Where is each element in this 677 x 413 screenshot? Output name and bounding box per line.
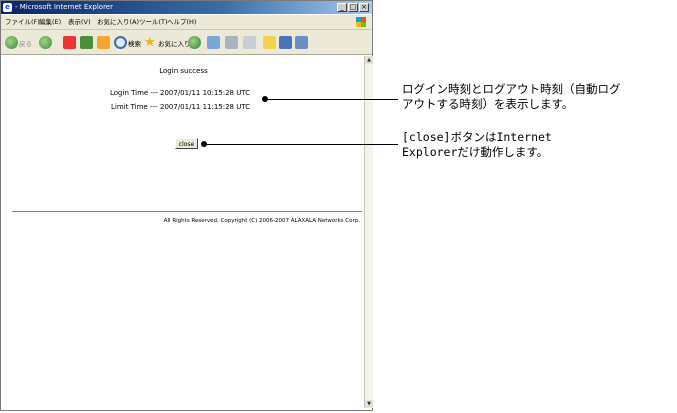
close-callout-line2: Explorerだけ動作します。 xyxy=(402,145,549,159)
minimize-button[interactable]: _ xyxy=(337,3,347,12)
time-callout-line xyxy=(265,99,398,100)
menu-view[interactable]: 表示(V) xyxy=(68,15,91,29)
browser-window: e - Microsoft Internet Explorer _ □ × ファ… xyxy=(0,0,373,411)
folder-icon[interactable] xyxy=(263,36,276,49)
research-icon[interactable] xyxy=(295,36,308,49)
favorites-label[interactable]: お気に入り xyxy=(158,38,191,48)
footer-divider xyxy=(12,211,362,212)
favorites-star-icon[interactable]: ★ xyxy=(144,36,157,49)
mail-icon[interactable] xyxy=(207,36,220,49)
stop-icon[interactable] xyxy=(63,36,76,49)
scroll-up-icon[interactable]: ▲ xyxy=(365,56,373,64)
messenger-icon[interactable] xyxy=(279,36,292,49)
menu-file[interactable]: ファイル(F) xyxy=(5,15,40,29)
home-icon[interactable] xyxy=(97,36,110,49)
page-title: Login success xyxy=(159,67,208,75)
login-time-label: Login Time --- xyxy=(110,89,159,97)
menu-help[interactable]: ヘルプ(H) xyxy=(167,15,196,29)
print-icon[interactable] xyxy=(225,36,238,49)
toolbar: 戻る 検索 ★ お気に入り xyxy=(1,30,372,55)
back-icon[interactable] xyxy=(5,36,18,49)
menu-edit[interactable]: 編集(E) xyxy=(39,15,61,29)
title-bar: e - Microsoft Internet Explorer _ □ × xyxy=(1,1,372,14)
limit-time-label: Limit Time --- xyxy=(111,103,158,111)
history-icon[interactable] xyxy=(188,36,201,49)
maximize-button[interactable]: □ xyxy=(348,3,358,12)
menu-tools[interactable]: ツール(T) xyxy=(139,15,168,29)
close-button[interactable]: close xyxy=(175,138,198,149)
login-time-value: 2007/01/11 10:15:28 UTC xyxy=(160,89,251,97)
search-label[interactable]: 検索 xyxy=(128,38,141,48)
copyright-text: All Rights Reserved, Copyright (C) 2006-… xyxy=(163,218,360,224)
limit-time-value: 2007/01/11 11:15:28 UTC xyxy=(160,103,251,111)
vertical-scrollbar[interactable]: ▲ ▼ xyxy=(364,56,373,408)
close-callout-text: [close]ボタンはInternet Explorerだけ動作します。 xyxy=(402,130,552,160)
ie-logo-icon: e xyxy=(3,3,12,12)
scroll-down-icon[interactable]: ▼ xyxy=(365,400,373,408)
windows-logo-icon xyxy=(356,17,366,27)
forward-icon[interactable] xyxy=(39,36,52,49)
time-callout-line1: ログイン時刻とログアウト時刻（自動ログ xyxy=(402,82,621,96)
close-callout-line1: [close]ボタンはInternet xyxy=(402,130,552,144)
time-callout-text: ログイン時刻とログアウト時刻（自動ログ アウトする時刻）を表示します。 xyxy=(402,82,621,112)
refresh-icon[interactable] xyxy=(80,36,93,49)
menu-bar: ファイル(F) 編集(E) 表示(V) お気に入り(A) ツール(T) ヘルプ(… xyxy=(1,15,372,30)
search-icon[interactable] xyxy=(114,36,127,49)
close-window-button[interactable]: × xyxy=(359,3,369,12)
close-callout-line xyxy=(204,144,398,145)
edit-icon[interactable] xyxy=(243,36,256,49)
back-label[interactable]: 戻る xyxy=(19,38,32,48)
page-content: Login success Login Time --- 2007/01/11 … xyxy=(3,56,364,408)
time-callout-line2: アウトする時刻）を表示します。 xyxy=(402,97,574,111)
window-title: - Microsoft Internet Explorer xyxy=(15,3,113,11)
menu-favorites[interactable]: お気に入り(A) xyxy=(97,15,139,29)
